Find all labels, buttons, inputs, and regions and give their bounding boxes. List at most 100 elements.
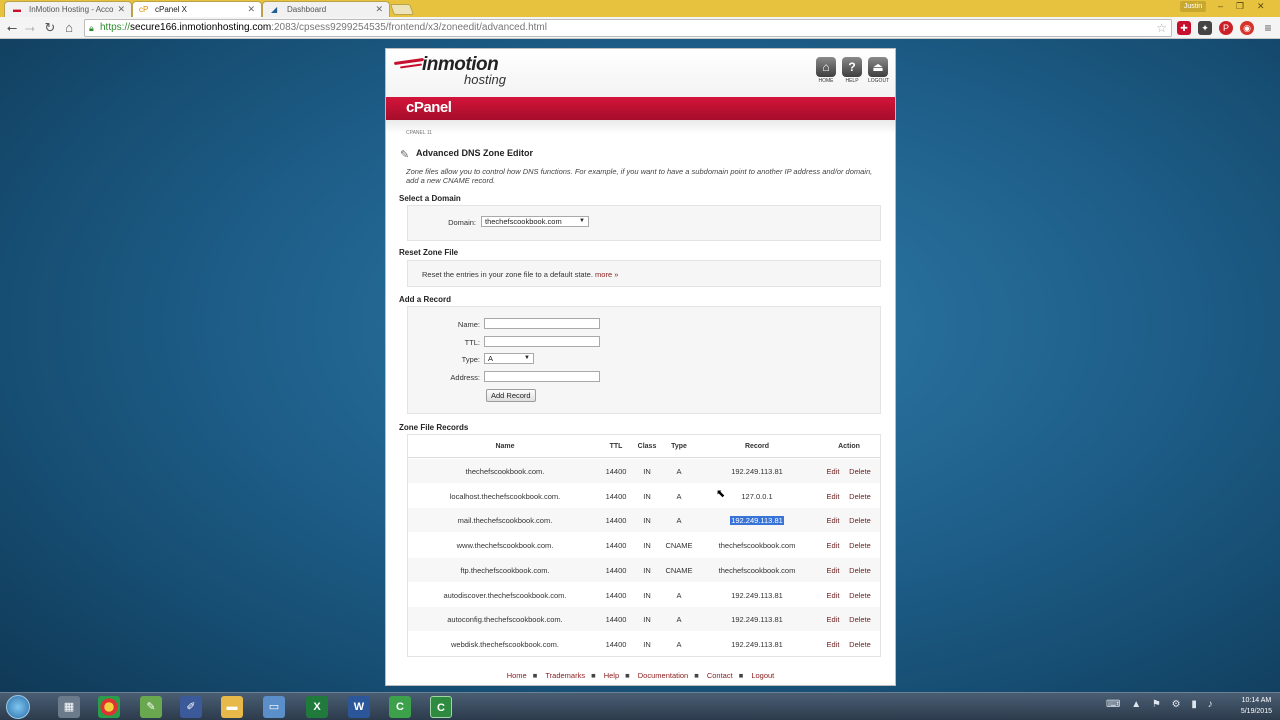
chevron-down-icon: ▼ bbox=[524, 355, 530, 361]
home-icon[interactable]: ⌂ bbox=[61, 20, 77, 36]
chrome-icon[interactable] bbox=[98, 696, 120, 718]
cell-ttl: 14400 bbox=[605, 590, 627, 600]
tab-inmotion-hosting[interactable]: ▬ InMotion Hosting - Acco ✕ bbox=[4, 1, 132, 17]
folder-icon[interactable]: ▬ bbox=[221, 696, 243, 718]
edit-link[interactable]: Edit bbox=[824, 615, 842, 624]
clock-date: 5/19/2015 bbox=[1240, 708, 1272, 715]
extension-icon[interactable]: ◉ bbox=[1240, 21, 1254, 35]
app-icon[interactable]: C bbox=[389, 696, 411, 718]
app-icon[interactable]: ✎ bbox=[140, 696, 162, 718]
delete-link[interactable]: Delete bbox=[846, 492, 874, 501]
clock[interactable]: 10:14 AM 5/19/2015 bbox=[1241, 695, 1272, 717]
selected-text: 192.249.113.81 bbox=[730, 516, 784, 526]
app-icon[interactable]: ✐ bbox=[180, 696, 202, 718]
close-icon[interactable]: ✕ bbox=[247, 4, 255, 15]
footer-link-contact[interactable]: Contact bbox=[707, 671, 733, 680]
back-icon[interactable]: ⭠ bbox=[4, 20, 20, 36]
app-icon[interactable]: ▦ bbox=[58, 696, 80, 718]
domain-label: Domain: bbox=[448, 218, 476, 227]
close-icon[interactable]: ✕ bbox=[375, 4, 383, 15]
forward-icon[interactable]: ⭢ bbox=[22, 20, 38, 36]
footer-link-logout[interactable]: Logout bbox=[751, 671, 774, 680]
delete-link[interactable]: Delete bbox=[846, 541, 874, 550]
cell-name: www.thechefscookbook.com. bbox=[456, 541, 554, 551]
delete-link[interactable]: Delete bbox=[846, 591, 874, 600]
add-record-button[interactable]: Add Record bbox=[486, 389, 536, 402]
edit-link[interactable]: Edit bbox=[824, 640, 842, 649]
footer-link-home[interactable]: Home bbox=[507, 671, 527, 680]
ttl-input[interactable] bbox=[484, 336, 600, 347]
word-icon[interactable]: W bbox=[348, 696, 370, 718]
footer-links: Home ■ Trademarks ■ Help ■ Documentation ■ C… bbox=[386, 671, 895, 680]
new-tab-button[interactable] bbox=[389, 4, 415, 15]
inmotion-favicon-icon: ▬ bbox=[13, 5, 21, 14]
close-window-icon[interactable]: ✕ bbox=[1257, 1, 1265, 12]
pinterest-icon[interactable]: P bbox=[1219, 21, 1233, 35]
edit-link[interactable]: Edit bbox=[824, 516, 842, 525]
footer-link-documentation[interactable]: Documentation bbox=[638, 671, 688, 680]
minimize-icon[interactable]: – bbox=[1218, 1, 1223, 11]
start-button[interactable] bbox=[6, 695, 30, 719]
header-logout-button[interactable]: ⏏ LOGOUT bbox=[868, 57, 890, 85]
address-bar[interactable]: 🔒︎ https://secure166.inmotionhosting.com… bbox=[84, 19, 1172, 37]
name-input[interactable] bbox=[484, 318, 600, 329]
type-select[interactable]: A ▼ bbox=[484, 353, 534, 364]
reset-more-link[interactable]: more » bbox=[595, 270, 618, 279]
tab-cpanel[interactable]: cP cPanel X ✕ bbox=[132, 1, 262, 17]
edit-link[interactable]: Edit bbox=[824, 541, 842, 550]
footer-separator: ■ bbox=[738, 671, 744, 680]
header-help-button[interactable]: ? HELP bbox=[842, 57, 862, 85]
reload-icon[interactable]: ↻ bbox=[42, 20, 58, 36]
cpanel-brand: cPanel bbox=[406, 99, 452, 116]
footer-link-help[interactable]: Help bbox=[604, 671, 619, 680]
footer-link-trademarks[interactable]: Trademarks bbox=[545, 671, 585, 680]
app-icon[interactable]: ▭ bbox=[263, 696, 285, 718]
cell-name: autodiscover.thechefscookbook.com. bbox=[443, 590, 567, 600]
table-row: www.thechefscookbook.com. 14400 IN CNAME the… bbox=[408, 533, 880, 557]
help-icon: ? bbox=[842, 57, 862, 77]
delete-link[interactable]: Delete bbox=[846, 516, 874, 525]
excel-icon[interactable]: X bbox=[306, 696, 328, 718]
cell-class: IN bbox=[643, 491, 651, 501]
menu-icon[interactable]: ≡ bbox=[1261, 21, 1275, 35]
edit-link[interactable]: Edit bbox=[824, 566, 842, 575]
delete-link[interactable]: Delete bbox=[846, 467, 874, 476]
tab-dashboard[interactable]: ◢ Dashboard ✕ bbox=[262, 1, 390, 17]
delete-link[interactable]: Delete bbox=[846, 615, 874, 624]
table-row: webdisk.thechefscookbook.com. 14400 IN A 192… bbox=[408, 632, 880, 656]
app-icon[interactable]: C bbox=[430, 696, 452, 718]
delete-link[interactable]: Delete bbox=[846, 566, 874, 575]
domain-select[interactable]: thechefscookbook.com ▼ bbox=[481, 216, 589, 227]
lock-icon: 🔒︎ bbox=[89, 23, 94, 33]
tab-label: Dashboard bbox=[287, 5, 327, 14]
section-heading-select-domain: Select a Domain bbox=[399, 194, 461, 203]
browser-toolbar: ⭠ ⭢ ↻ ⌂ 🔒︎ https://secure166.inmotionhos… bbox=[0, 17, 1280, 39]
edit-link[interactable]: Edit bbox=[824, 467, 842, 476]
extension-icon[interactable]: ✦ bbox=[1198, 21, 1212, 35]
dashboard-favicon-icon: ◢ bbox=[271, 5, 278, 14]
edit-link[interactable]: Edit bbox=[824, 492, 842, 501]
mouse-cursor-icon: ⬉ bbox=[716, 488, 726, 500]
edit-link[interactable]: Edit bbox=[824, 591, 842, 600]
profile-badge[interactable]: Justin bbox=[1180, 1, 1206, 12]
table-row: autoconfig.thechefscookbook.com. 14400 IN A… bbox=[408, 607, 880, 632]
breadcrumb-item[interactable]: CPANEL 11 bbox=[406, 130, 432, 136]
extension-icon[interactable]: ✚ bbox=[1177, 21, 1191, 35]
cell-name: autoconfig.thechefscookbook.com. bbox=[447, 615, 563, 625]
dns-zone-icon: ✎ bbox=[400, 149, 410, 161]
page-description: Zone files allow you to control how DNS … bbox=[406, 167, 873, 185]
footer-separator: ■ bbox=[532, 671, 538, 680]
address-input[interactable] bbox=[484, 371, 600, 382]
header-home-button[interactable]: ⌂ HOME bbox=[816, 57, 836, 85]
cpanel-page: inmotion hosting ⌂ HOME ? HELP ⏏ LOGOUT … bbox=[385, 48, 896, 686]
system-tray-icons[interactable]: ⌨ ▲ ⚑ ⚙ ▮ ♪ bbox=[1106, 699, 1217, 710]
close-icon[interactable]: ✕ bbox=[117, 4, 125, 15]
logout-label: LOGOUT bbox=[868, 78, 890, 84]
help-label: HELP bbox=[845, 78, 859, 84]
delete-link[interactable]: Delete bbox=[846, 640, 874, 649]
cell-record: thechefscookbook.com bbox=[718, 541, 796, 551]
cpanel-favicon-icon: cP bbox=[139, 5, 149, 14]
bookmark-star-icon[interactable]: ☆ bbox=[1156, 20, 1167, 36]
restore-icon[interactable]: ❐ bbox=[1236, 1, 1244, 12]
cell-name: ftp.thechefscookbook.com. bbox=[460, 565, 550, 575]
